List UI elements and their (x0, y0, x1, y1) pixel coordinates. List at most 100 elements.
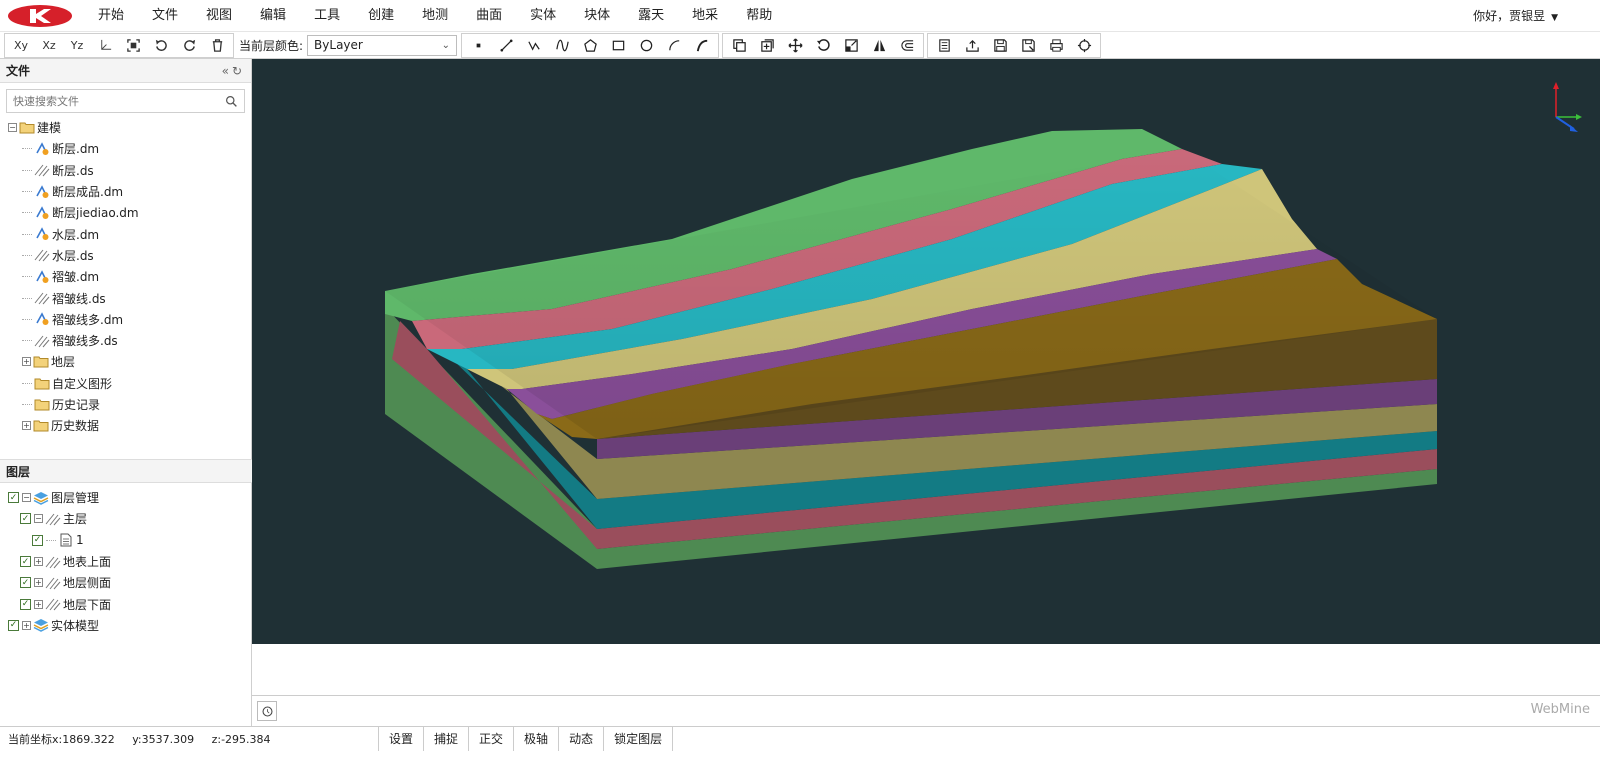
expand-toggle-icon[interactable]: + (34, 599, 43, 609)
menu-view[interactable]: 视图 (192, 0, 246, 32)
point-button[interactable] (464, 34, 492, 57)
scale-button[interactable] (837, 34, 865, 57)
file-tree-item[interactable]: 断层jiediao.dm (8, 202, 251, 223)
polygon-button[interactable] (576, 34, 604, 57)
layer-tree-item[interactable]: ✓ − 主层 (8, 508, 252, 529)
view-yz-button[interactable]: Yz (63, 34, 91, 57)
upload-button[interactable] (958, 34, 986, 57)
collapse-toggle-icon[interactable]: − (22, 493, 31, 503)
layer-visible-checkbox[interactable]: ✓ (20, 513, 31, 525)
status-snap-button[interactable]: 捕捉 (423, 726, 468, 751)
view-xz-button[interactable]: Xz (35, 34, 63, 57)
status-dynamic-button[interactable]: 动态 (558, 726, 603, 751)
undo-button[interactable] (147, 34, 175, 57)
layer-tree-item[interactable]: ✓ + 地表上面 (8, 551, 252, 572)
menu-file[interactable]: 文件 (138, 0, 192, 32)
status-ortho-button[interactable]: 正交 (468, 726, 513, 751)
polyline-button[interactable] (520, 34, 548, 57)
file-tree-label: 建模 (37, 121, 62, 136)
circle-button[interactable] (632, 34, 660, 57)
file-tree-item[interactable]: 水层.dm (8, 223, 251, 244)
copy-button[interactable] (725, 34, 753, 57)
layer-tree-item[interactable]: ✓ − 图层管理 (8, 487, 252, 508)
menu-openpit[interactable]: 露天 (624, 0, 678, 32)
file-tree-item[interactable]: 褶皱线.ds (8, 287, 251, 308)
menu-edit[interactable]: 编辑 (246, 0, 300, 32)
menu-block[interactable]: 块体 (570, 0, 624, 32)
file-tree-item[interactable]: 水层.ds (8, 245, 251, 266)
spline-button[interactable] (548, 34, 576, 57)
menu-help[interactable]: 帮助 (732, 0, 786, 32)
layer-tree-item[interactable]: ✓ + 实体模型 (8, 615, 252, 636)
expand-toggle-icon[interactable]: + (22, 421, 31, 431)
expand-toggle-icon[interactable]: + (22, 620, 31, 630)
layer-visible-checkbox[interactable]: ✓ (20, 598, 31, 610)
redo-button[interactable] (175, 34, 203, 57)
file-tree-item[interactable]: 褶皱.dm (8, 266, 251, 287)
file-tree-item[interactable]: 断层.dm (8, 138, 251, 159)
status-lock-layer-button[interactable]: 锁定图层 (603, 726, 674, 751)
menu-tools[interactable]: 工具 (300, 0, 354, 32)
rectangle-button[interactable] (604, 34, 632, 57)
zoom-extents-button[interactable] (119, 34, 147, 57)
expand-toggle-icon[interactable]: + (34, 557, 43, 567)
menu-start[interactable]: 开始 (84, 0, 138, 32)
collapse-toggle-icon[interactable]: − (34, 514, 43, 524)
file-tree-item[interactable]: 褶皱线多.ds (8, 330, 251, 351)
layer-visible-checkbox[interactable]: ✓ (32, 534, 43, 546)
file-tree-item[interactable]: 自定义图形 (8, 373, 251, 394)
move-icon (788, 37, 803, 53)
refresh-icon[interactable]: ↻ (232, 64, 245, 78)
extend-button[interactable] (893, 34, 921, 57)
layer-tree-item[interactable]: ✓ + 地层下面 (8, 593, 252, 614)
line-button[interactable] (492, 34, 520, 57)
status-settings-button[interactable]: 设置 (378, 726, 423, 751)
collapse-icon[interactable]: « (222, 64, 232, 78)
rotate-button[interactable] (809, 34, 837, 57)
file-tree-label: 历史数据 (51, 419, 100, 434)
properties-button[interactable] (930, 34, 958, 57)
mirror-button[interactable] (865, 34, 893, 57)
rotate-icon (816, 38, 830, 51)
file-tree-item[interactable]: + 历史数据 (8, 415, 251, 436)
expand-toggle-icon[interactable]: + (22, 357, 31, 367)
arc-button[interactable] (660, 34, 688, 57)
file-tree-item[interactable]: 褶皱线多.dm (8, 309, 251, 330)
layer-visible-checkbox[interactable]: ✓ (20, 556, 31, 568)
menu-survey[interactable]: 地测 (408, 0, 462, 32)
file-search-input[interactable] (13, 94, 203, 108)
menu-underground[interactable]: 地采 (678, 0, 732, 32)
move-button[interactable] (781, 34, 809, 57)
delete-button[interactable] (203, 34, 231, 57)
curve-button[interactable] (688, 34, 716, 57)
expand-toggle-icon[interactable]: + (34, 578, 43, 588)
layer-tree-item[interactable]: ✓ + 地层侧面 (8, 572, 252, 593)
save-as-button[interactable] (1014, 34, 1042, 57)
layer-visible-checkbox[interactable]: ✓ (8, 619, 19, 631)
file-tree-item[interactable]: 历史记录 (8, 394, 251, 415)
save-button[interactable] (986, 34, 1014, 57)
menu-create[interactable]: 创建 (354, 0, 408, 32)
collapse-toggle-icon[interactable]: − (8, 123, 17, 133)
menu-solid[interactable]: 实体 (516, 0, 570, 32)
search-icon[interactable] (225, 95, 238, 108)
layer-color-select[interactable]: ByLayer ⌄ (307, 34, 458, 56)
file-tree-item[interactable]: 断层成品.dm (8, 181, 251, 202)
history-icon[interactable] (257, 701, 277, 721)
offset-button[interactable] (753, 34, 781, 57)
settings-button[interactable] (1070, 34, 1098, 57)
layer-tree-item[interactable]: ✓ 1 (8, 530, 252, 551)
layer-visible-checkbox[interactable]: ✓ (20, 577, 31, 589)
menu-surface[interactable]: 曲面 (462, 0, 516, 32)
view-xy-button[interactable]: Xy (7, 34, 35, 57)
file-tree-item[interactable]: + 地层 (8, 351, 251, 372)
file-tree-item[interactable]: − 建模 (8, 117, 251, 138)
file-tree-item[interactable]: 断层.ds (8, 160, 251, 181)
status-polar-button[interactable]: 极轴 (513, 726, 558, 751)
print-button[interactable] (1042, 34, 1070, 57)
layer-visible-checkbox[interactable]: ✓ (8, 492, 19, 504)
offset-icon (760, 38, 774, 52)
user-menu[interactable]: 你好，贾银昱 ▼ (1473, 0, 1558, 32)
3d-viewport[interactable] (252, 59, 1600, 644)
view-iso-button[interactable] (91, 34, 119, 57)
